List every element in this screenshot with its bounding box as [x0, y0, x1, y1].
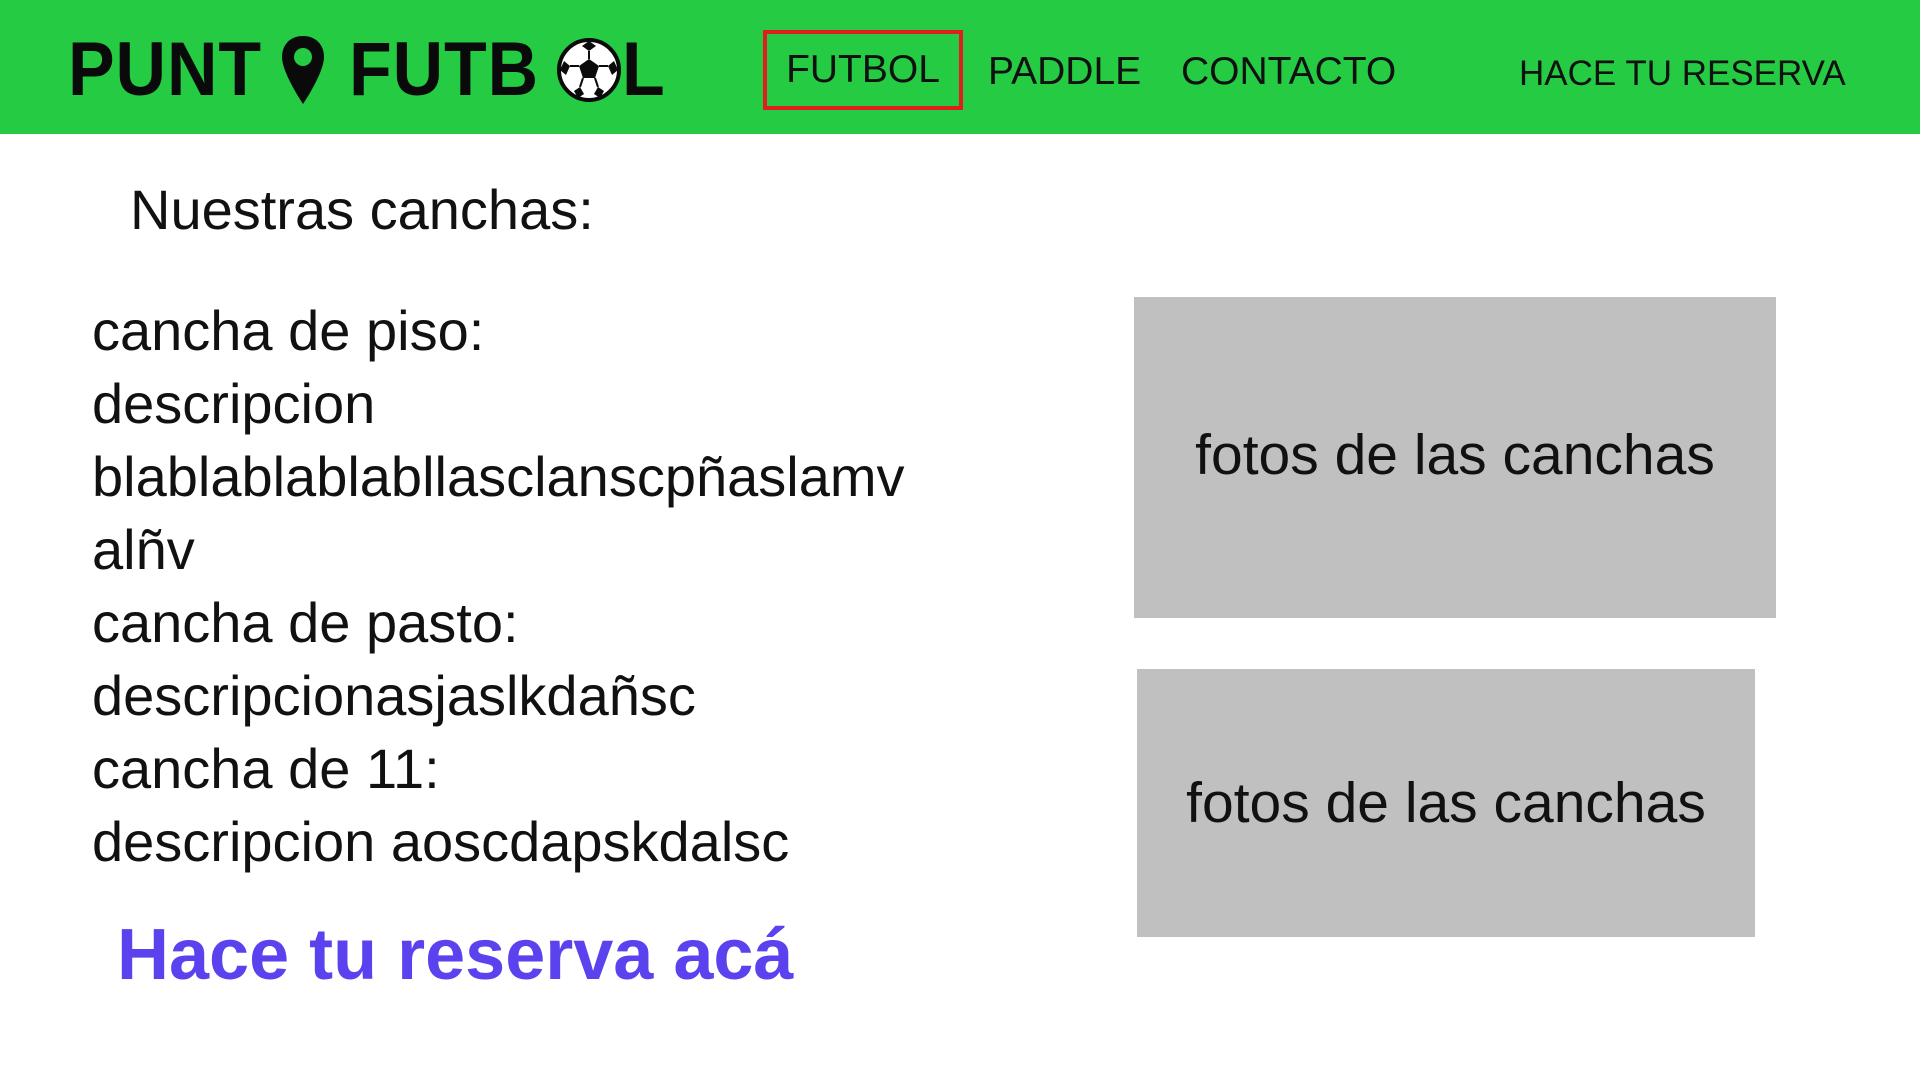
reserva-cta-link[interactable]: Hace tu reserva acá: [117, 912, 793, 998]
nav-contacto-link[interactable]: CONTACTO: [1181, 44, 1396, 100]
description-line: cancha de 11:: [92, 737, 440, 800]
description-line: blablablablabllasclanscpñaslamv: [92, 445, 905, 508]
canchas-description: cancha de piso: descripcion blablablabla…: [92, 294, 1052, 878]
header-bar: PUNT FUTB L FUTBOL PADDLE CONTACTO HACE …: [0, 0, 1920, 134]
map-pin-icon: [281, 36, 324, 104]
nav-reserva-link[interactable]: HACE TU RESERVA: [1519, 46, 1846, 102]
description-line: cancha de pasto:: [92, 591, 519, 654]
site-logo[interactable]: PUNT FUTB L: [68, 30, 669, 110]
cancha-photo-placeholder: fotos de las canchas: [1134, 297, 1776, 618]
logo-text-futb: FUTB: [348, 27, 539, 112]
nav-futbol-link[interactable]: FUTBOL: [763, 30, 963, 110]
photo-label: fotos de las canchas: [1195, 422, 1715, 487]
nav-futbol-label: FUTBOL: [786, 48, 940, 91]
description-line: cancha de piso:: [92, 299, 485, 362]
cancha-photo-placeholder: fotos de las canchas: [1137, 669, 1755, 937]
logo-text-l: L: [621, 27, 666, 112]
description-line: descripcion aoscdapskdalsc: [92, 810, 790, 873]
description-line: alñv: [92, 518, 195, 581]
page-title: Nuestras canchas:: [130, 178, 594, 241]
nav-paddle-link[interactable]: PADDLE: [988, 44, 1141, 100]
description-line: descripcion: [92, 372, 376, 435]
soccer-ball-icon: [556, 38, 621, 102]
logo-text-punt: PUNT: [68, 27, 263, 112]
description-line: descripcionasjaslkdañsc: [92, 664, 696, 727]
photo-label: fotos de las canchas: [1186, 771, 1706, 835]
